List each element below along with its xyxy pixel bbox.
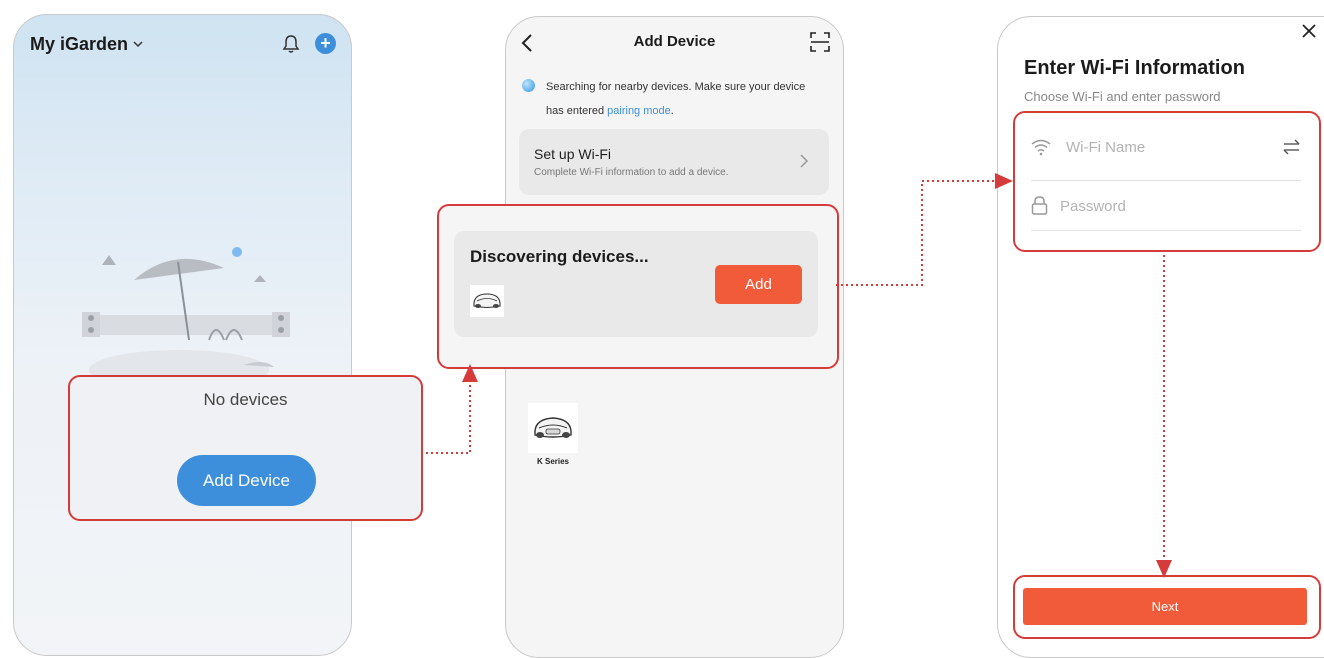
flow-arrows <box>421 173 1324 578</box>
arrow-2 <box>836 173 1013 286</box>
arrow-1 <box>421 364 478 454</box>
